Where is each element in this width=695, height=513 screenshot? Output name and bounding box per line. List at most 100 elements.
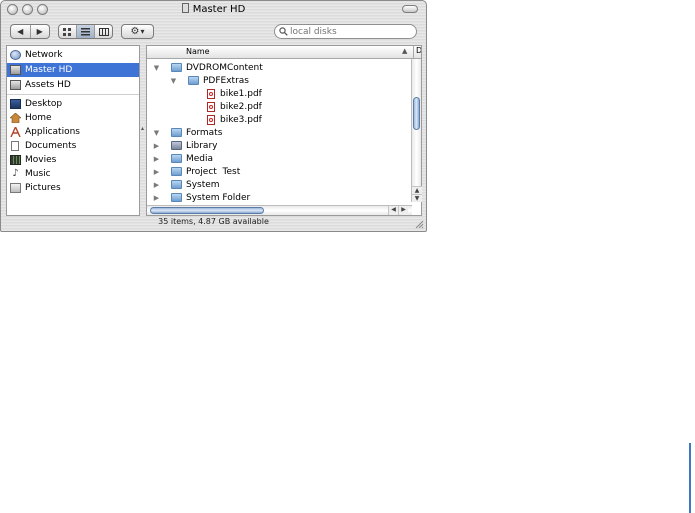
page-edge-marker xyxy=(689,443,691,513)
sidebar-item-network[interactable]: Network xyxy=(7,48,139,62)
list-item[interactable]: bike1.pdf xyxy=(147,87,409,100)
disclosure-open-icon[interactable]: ▼ xyxy=(169,77,178,85)
list-item[interactable]: ▶ Library xyxy=(147,139,409,152)
item-name: DVDROMContent xyxy=(186,62,263,73)
item-name: Media xyxy=(186,153,214,164)
pdf-file-icon xyxy=(207,101,215,112)
disclosure-open-icon[interactable]: ▼ xyxy=(152,129,161,137)
next-column-header[interactable]: D xyxy=(413,46,421,58)
back-forward-buttons: ◀ ▶ xyxy=(10,24,50,39)
list-item[interactable]: ▶ System xyxy=(147,178,409,191)
pictures-icon xyxy=(10,183,21,193)
scroll-left-button[interactable]: ◀ xyxy=(388,206,398,215)
horizontal-scrollbar[interactable]: ◀ ▶ xyxy=(147,205,412,215)
list-item[interactable]: ▼ DVDROMContent xyxy=(147,61,409,74)
forward-button[interactable]: ▶ xyxy=(31,25,50,38)
folder-icon xyxy=(171,128,182,137)
vertical-scrollbar[interactable]: ▲ ▼ xyxy=(411,59,422,202)
sidebar-item-label: Documents xyxy=(25,141,77,151)
sidebar-item-label: Home xyxy=(25,113,52,123)
item-name: PDFExtras xyxy=(203,75,249,86)
sidebar-item-applications[interactable]: Applications xyxy=(7,125,139,139)
action-menu-button[interactable]: ⚙ ▾ xyxy=(121,24,154,39)
finder-window: Master HD ◀ ▶ ⚙ ▾ local disks Network Ma… xyxy=(0,0,427,232)
view-switcher xyxy=(58,24,113,39)
sidebar-item-label: Assets HD xyxy=(25,80,71,90)
title-bar[interactable]: Master HD xyxy=(1,1,426,19)
name-column-header[interactable]: Name xyxy=(186,47,210,56)
splitter-handle-icon: ▴ xyxy=(141,125,145,132)
pdf-file-icon xyxy=(207,114,215,125)
list-item[interactable]: ▼ Formats xyxy=(147,126,409,139)
disclosure-open-icon[interactable]: ▼ xyxy=(152,64,161,72)
list-item[interactable]: ▶ System Folder xyxy=(147,191,409,204)
folder-icon xyxy=(171,180,182,189)
sidebar-item-master-hd[interactable]: Master HD xyxy=(7,63,139,77)
search-field[interactable] xyxy=(274,24,417,39)
sidebar-item-label: Pictures xyxy=(25,183,61,193)
search-input[interactable] xyxy=(288,26,408,37)
desktop-icon xyxy=(10,99,21,109)
folder-icon xyxy=(188,76,199,85)
window-title-group: Master HD xyxy=(1,3,426,15)
item-name: Project Test xyxy=(186,166,241,177)
toolbar-toggle-button[interactable] xyxy=(402,5,418,13)
item-name: System xyxy=(186,179,220,190)
movies-icon xyxy=(10,155,21,165)
music-icon: ♪ xyxy=(12,168,19,179)
network-icon xyxy=(10,50,21,60)
list-item[interactable]: bike2.pdf xyxy=(147,100,409,113)
sidebar-item-desktop[interactable]: Desktop xyxy=(7,97,139,111)
toolbar: ◀ ▶ ⚙ ▾ xyxy=(1,19,426,45)
hard-disk-icon xyxy=(10,80,21,90)
forward-arrow-icon: ▶ xyxy=(36,27,43,36)
folder-icon xyxy=(171,63,182,72)
chevron-down-icon: ▾ xyxy=(140,27,145,36)
search-icon xyxy=(279,27,288,36)
list-item[interactable]: ▶ Media xyxy=(147,152,409,165)
resize-grip-icon[interactable] xyxy=(415,220,424,229)
sidebar-item-label: Network xyxy=(25,50,63,60)
status-bar: 35 items, 4.87 GB available xyxy=(158,217,269,226)
column-view-button[interactable] xyxy=(95,25,112,38)
vertical-scroll-thumb[interactable] xyxy=(413,97,420,130)
scroll-up-button[interactable]: ▲ xyxy=(412,186,422,194)
folder-icon xyxy=(171,167,182,176)
icon-view-icon xyxy=(63,27,71,36)
back-button[interactable]: ◀ xyxy=(11,25,31,38)
list-view-button[interactable] xyxy=(77,25,95,38)
pdf-file-icon xyxy=(207,88,215,99)
list-item[interactable]: ▶ Project Test xyxy=(147,165,409,178)
list-view-icon xyxy=(81,27,90,35)
sidebar-item-assets-hd[interactable]: Assets HD xyxy=(7,78,139,92)
folder-icon xyxy=(171,154,182,163)
file-list: Name ▲ D ▼ DVDROMContent ▼ PDFExtras bik… xyxy=(146,45,422,216)
back-arrow-icon: ◀ xyxy=(17,27,24,36)
sidebar-divider xyxy=(7,94,139,95)
horizontal-scroll-thumb[interactable] xyxy=(150,207,264,214)
sidebar-item-movies[interactable]: Movies xyxy=(7,153,139,167)
sidebar-item-music[interactable]: ♪ Music xyxy=(7,167,139,181)
disclosure-closed-icon[interactable]: ▶ xyxy=(152,168,161,176)
icon-view-button[interactable] xyxy=(59,25,77,38)
hard-disk-icon xyxy=(10,65,21,75)
sidebar-item-home[interactable]: Home xyxy=(7,111,139,125)
sort-ascending-icon: ▲ xyxy=(402,47,408,55)
documents-icon xyxy=(11,141,19,151)
sidebar-item-label: Master HD xyxy=(25,65,73,75)
scroll-right-button[interactable]: ▶ xyxy=(398,206,408,215)
list-item[interactable]: ▼ PDFExtras xyxy=(147,74,409,87)
sidebar-item-documents[interactable]: Documents xyxy=(7,139,139,153)
item-name: bike2.pdf xyxy=(220,101,262,112)
applications-icon xyxy=(10,125,21,138)
disclosure-closed-icon[interactable]: ▶ xyxy=(152,194,161,202)
list-item[interactable]: bike3.pdf xyxy=(147,113,409,126)
column-header[interactable]: Name ▲ D xyxy=(147,46,421,59)
item-name: System Folder xyxy=(186,192,251,203)
library-folder-icon xyxy=(171,141,182,150)
disclosure-closed-icon[interactable]: ▶ xyxy=(152,155,161,163)
disclosure-closed-icon[interactable]: ▶ xyxy=(152,142,161,150)
sidebar-item-pictures[interactable]: Pictures xyxy=(7,181,139,195)
disclosure-closed-icon[interactable]: ▶ xyxy=(152,181,161,189)
scroll-down-button[interactable]: ▼ xyxy=(412,194,422,202)
